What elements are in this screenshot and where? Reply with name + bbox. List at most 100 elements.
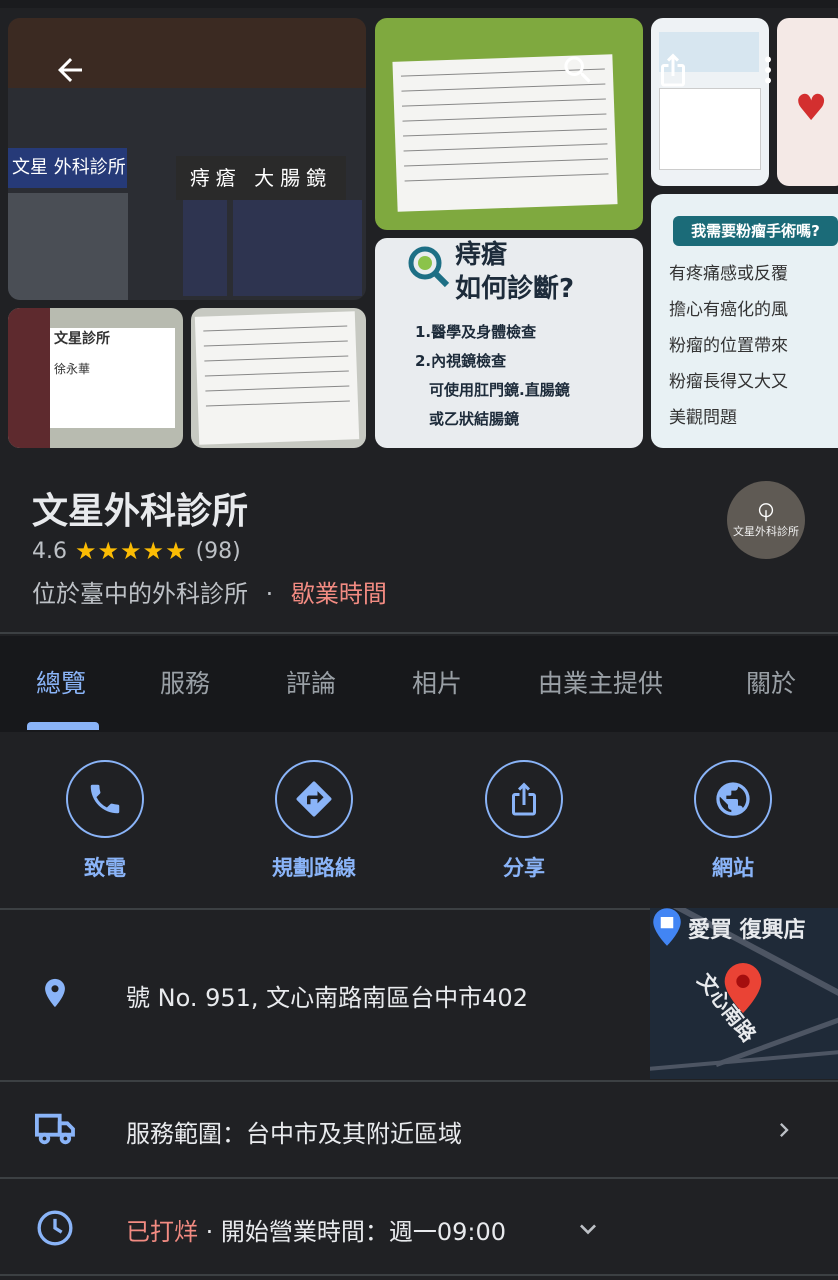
tab-about[interactable]: 關於	[746, 664, 796, 700]
storefront-panel	[233, 200, 277, 296]
arrow-left-icon	[58, 58, 82, 82]
share-icon	[661, 53, 685, 87]
website-label: 網站	[712, 856, 754, 880]
address-text: 號 No. 951, 文心南路南區台中市402	[126, 984, 528, 1012]
diagnosis-line: 1.醫學及身體檢查	[415, 323, 537, 341]
place-title: 文星外科診所	[32, 491, 249, 532]
globe-icon	[716, 782, 750, 816]
business-card-text: 文星診所 徐永華	[50, 328, 175, 428]
diagnosis-line: 或乙狀結腸鏡	[429, 410, 520, 428]
hours-separator: ·	[198, 1218, 221, 1246]
photo-diagnosis-poster[interactable]: 痔瘡 如何診斷? 1.醫學及身體檢查 2.內視鏡檢查 可使用肛門鏡.直腸鏡 或乙…	[375, 238, 643, 448]
poster-body	[659, 88, 761, 170]
diagnosis-line: 2.內視鏡檢查	[415, 352, 507, 370]
share-label: 分享	[503, 856, 545, 880]
poster-line: 擔心有癌化的風	[669, 300, 788, 320]
logo-emblem-icon	[758, 503, 774, 522]
map-poi-label: 愛買 復興店	[688, 918, 806, 943]
hours-row[interactable]: 已打烊 · 開始營業時間：週一09:00	[0, 1179, 838, 1275]
status-bar-strip	[0, 0, 838, 8]
back-button[interactable]	[50, 50, 90, 90]
magnifier-icon	[408, 246, 450, 288]
schedule-sheet	[194, 311, 360, 445]
card-person-name: 徐永華	[54, 362, 91, 376]
shopping-poi-icon	[653, 908, 681, 946]
star-rating-icon: ★★★★★	[75, 537, 188, 565]
clinic-logo[interactable]: 文星外科診所	[727, 481, 805, 559]
surgery-poster-head: 我需要粉瘤手術嗎?	[673, 216, 838, 246]
search-button[interactable]	[558, 50, 598, 90]
storefront-door	[8, 193, 128, 300]
photo-surgery-poster[interactable]: 我需要粉瘤手術嗎? 有疼痛感或反覆 擔心有癌化的風 粉瘤的位置帶來 粉瘤長得又大…	[651, 194, 838, 448]
photo-heart[interactable]: ♥	[777, 18, 838, 186]
poster-line: 美觀問題	[669, 408, 737, 428]
share-button[interactable]	[653, 50, 693, 90]
surgery-poster-lines: 有疼痛感或反覆 擔心有癌化的風 粉瘤的位置帶來 粉瘤長得又大又 美觀問題	[669, 256, 788, 436]
tab-from-owner[interactable]: 由業主提供	[538, 664, 663, 700]
hours-status: 已打烊	[126, 1218, 198, 1246]
phone-icon	[90, 784, 120, 814]
card-stripe	[8, 308, 50, 448]
call-label: 致電	[84, 856, 126, 880]
more-vert-icon	[765, 56, 771, 84]
call-circle	[66, 760, 144, 838]
storefront-panel	[318, 200, 362, 296]
hours-detail: 開始營業時間：週一09:00	[220, 1218, 507, 1246]
poster-line: 粉瘤長得又大又	[669, 372, 788, 392]
directions-label: 規劃路線	[272, 856, 356, 880]
diagnosis-lines: 1.醫學及身體檢查 2.內視鏡檢查 可使用肛門鏡.直腸鏡 或乙狀結腸鏡	[415, 318, 570, 434]
tab-reviews[interactable]: 評論	[286, 664, 336, 700]
review-count: (98)	[195, 538, 241, 564]
rating-row[interactable]: 4.6 ★★★★★ (98)	[32, 537, 241, 565]
search-icon	[564, 56, 591, 83]
photo-info-poster[interactable]	[651, 18, 769, 186]
website-circle	[694, 760, 772, 838]
storefront-sign-services: 痔瘡 大腸鏡	[176, 156, 346, 200]
poster-line: 粉瘤的位置帶來	[669, 336, 788, 356]
map-pin-icon	[724, 963, 762, 1013]
separator-dot: ·	[265, 580, 274, 608]
category-row: 位於臺中的外科診所 · 歇業時間	[32, 574, 387, 609]
tab-overview[interactable]: 總覽	[36, 664, 86, 700]
logo-text: 文星外科診所	[733, 525, 799, 538]
chevron-right-icon	[780, 1123, 789, 1137]
website-button[interactable]: 網站	[673, 760, 793, 882]
divider	[0, 1274, 838, 1276]
rating-value: 4.6	[32, 538, 67, 564]
diagnosis-title: 痔瘡 如何診斷?	[455, 240, 575, 304]
more-options-button[interactable]	[748, 50, 788, 90]
hours-text: 已打烊 · 開始營業時間：週一09:00	[126, 1212, 506, 1247]
poster-line: 有疼痛感或反覆	[669, 264, 788, 284]
chevron-down-icon[interactable]	[572, 1213, 604, 1245]
share-icon	[512, 782, 536, 816]
storefront-panel	[276, 200, 320, 296]
tab-services[interactable]: 服務	[160, 664, 210, 700]
directions-circle	[275, 760, 353, 838]
photo-business-card[interactable]: 文星診所 徐永華	[8, 308, 183, 448]
photo-schedule-1[interactable]	[375, 18, 643, 230]
call-button[interactable]: 致電	[45, 760, 165, 882]
storefront-panel	[183, 200, 227, 296]
diagnosis-line: 可使用肛門鏡.直腸鏡	[429, 381, 570, 399]
place-category: 位於臺中的外科診所	[32, 580, 248, 608]
heart-icon: ♥	[795, 88, 828, 129]
photo-gallery[interactable]: 文星 外科診所 痔瘡 大腸鏡 文星診所 徐永華 痔瘡 如何診斷? 1.醫學及身體…	[0, 8, 838, 458]
location-pin-icon	[34, 972, 76, 1014]
service-area-text: 服務範圍：台中市及其附近區域	[126, 1120, 462, 1148]
tab-bar: 總覽 服務 評論 相片 由業主提供 關於	[0, 636, 838, 732]
truck-icon	[30, 1108, 78, 1150]
directions-icon	[296, 781, 332, 817]
share-circle	[485, 760, 563, 838]
hours-status-link[interactable]: 歇業時間	[291, 580, 387, 608]
clock-icon	[34, 1207, 76, 1249]
share-place-button[interactable]: 分享	[464, 760, 584, 882]
card-clinic-name: 文星診所	[54, 331, 110, 347]
service-area-row[interactable]: 服務範圍：台中市及其附近區域	[0, 1082, 838, 1178]
photo-schedule-2[interactable]	[191, 308, 366, 448]
map-thumbnail[interactable]: 愛買 復興店 文心南路	[650, 908, 838, 1079]
divider	[0, 632, 838, 634]
active-tab-indicator	[27, 722, 99, 730]
storefront-sign: 文星 外科診所	[8, 148, 127, 188]
directions-button[interactable]: 規劃路線	[254, 760, 374, 882]
tab-photos[interactable]: 相片	[412, 664, 462, 700]
